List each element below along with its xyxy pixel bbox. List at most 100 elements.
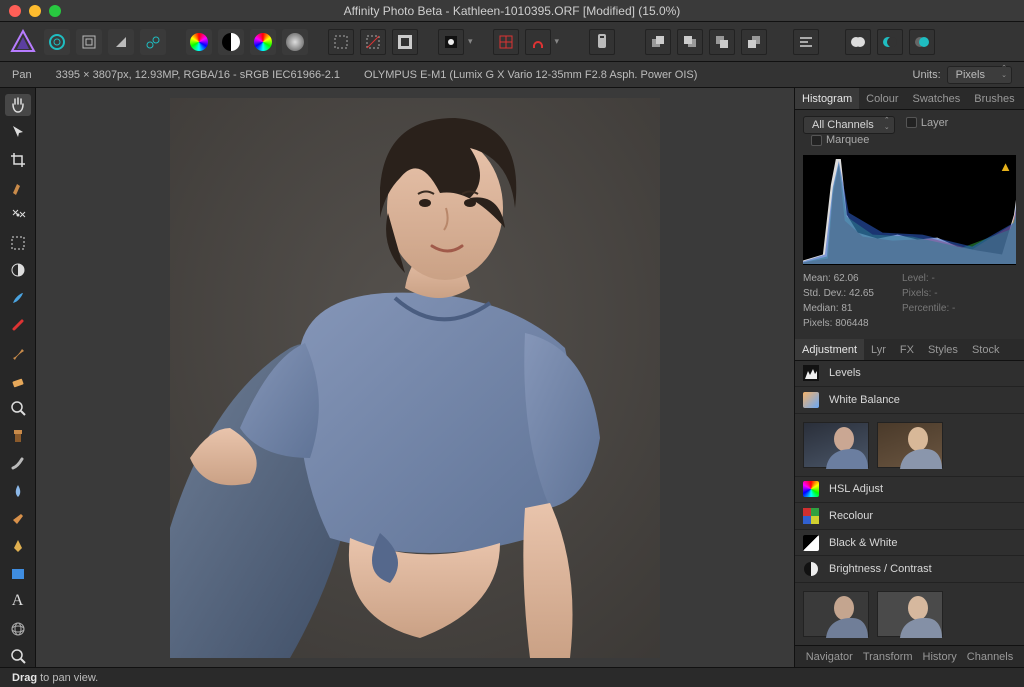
pixel-brush-tool[interactable] xyxy=(5,342,31,364)
tab-lyr[interactable]: Lyr xyxy=(864,339,893,360)
tab-channels[interactable]: Channels xyxy=(967,646,1013,667)
preset-thumb-cool[interactable] xyxy=(803,422,869,468)
contrast-circle-icon[interactable] xyxy=(218,29,244,55)
adjustment-label: Recolour xyxy=(829,510,873,522)
align-icon xyxy=(793,29,819,55)
boolean-add-icon[interactable] xyxy=(845,29,871,55)
tab-navigator[interactable]: Navigator xyxy=(806,646,853,667)
brightness-contrast-presets xyxy=(795,583,1024,645)
clone-tool[interactable] xyxy=(5,425,31,447)
marquee-tool[interactable] xyxy=(5,232,31,254)
tab-transform[interactable]: Transform xyxy=(863,646,913,667)
bw-icon xyxy=(803,535,819,551)
crop-tool[interactable] xyxy=(5,149,31,171)
canvas-viewport[interactable] xyxy=(36,88,794,667)
histogram-panel: All Channels Layer Marquee ▲ Mean: 62.06… xyxy=(795,110,1024,339)
zoom-blur-tool[interactable] xyxy=(5,397,31,419)
rectangle-tool[interactable] xyxy=(5,563,31,585)
pan-tool[interactable] xyxy=(5,94,31,116)
adjustment-brightness-contrast[interactable]: Brightness / Contrast xyxy=(795,556,1024,583)
channels-dropdown[interactable]: All Channels xyxy=(803,116,895,134)
titlebar: Affinity Photo Beta - Kathleen-1010395.O… xyxy=(0,0,1024,22)
document-image xyxy=(170,98,660,658)
app-logo-icon xyxy=(8,27,38,57)
paint-brush-tool[interactable] xyxy=(5,287,31,309)
layer-checkbox[interactable]: Layer xyxy=(906,117,949,129)
adjustment-tool[interactable] xyxy=(5,259,31,281)
move-tool[interactable] xyxy=(5,122,31,144)
mid-panel-tabs: Adjustment Lyr FX Styles Stock xyxy=(795,339,1024,361)
adjustment-levels[interactable]: Levels xyxy=(795,361,1024,388)
hsl-icon xyxy=(803,481,819,497)
zoom-tool[interactable] xyxy=(5,646,31,668)
preset-thumb-2[interactable] xyxy=(877,591,943,637)
tab-brushes[interactable]: Brushes xyxy=(967,88,1021,109)
tab-fx[interactable]: FX xyxy=(893,339,921,360)
selection-diagonal-icon[interactable] xyxy=(360,29,386,55)
adjustment-label: Brightness / Contrast xyxy=(829,563,932,575)
flood-select-tool[interactable] xyxy=(5,204,31,226)
color-wheel-1-icon[interactable] xyxy=(186,29,212,55)
preset-thumb-warm[interactable] xyxy=(877,422,943,468)
persona-photo-icon[interactable] xyxy=(44,29,70,55)
assistant-icon[interactable] xyxy=(589,29,615,55)
adjustment-white-balance[interactable]: White Balance xyxy=(795,387,1024,414)
grey-circle-icon[interactable] xyxy=(282,29,308,55)
pen-tool[interactable] xyxy=(5,535,31,557)
tab-swatches[interactable]: Swatches xyxy=(906,88,968,109)
window-title: Affinity Photo Beta - Kathleen-1010395.O… xyxy=(0,4,1024,18)
units-label: Units: xyxy=(913,69,941,81)
minimize-window-button[interactable] xyxy=(29,5,41,17)
adjustment-black-white[interactable]: Black & White xyxy=(795,530,1024,557)
adjustment-recolour[interactable]: Recolour xyxy=(795,503,1024,530)
zoom-window-button[interactable] xyxy=(49,5,61,17)
layer-checkbox-label: Layer xyxy=(921,117,949,129)
text-tool[interactable]: A xyxy=(5,590,31,612)
selection-invert-icon[interactable] xyxy=(392,29,418,55)
preset-thumb-1[interactable] xyxy=(803,591,869,637)
boolean-subtract-icon[interactable] xyxy=(877,29,903,55)
tab-histogram[interactable]: Histogram xyxy=(795,88,859,109)
marquee-checkbox[interactable]: Marquee xyxy=(811,134,869,146)
units-dropdown[interactable]: Pixels xyxy=(947,66,1012,84)
adjustment-hsl[interactable]: HSL Adjust xyxy=(795,477,1024,504)
context-bar: Pan 3395 × 3807px, 12.93MP, RGBA/16 - sR… xyxy=(0,62,1024,88)
tab-adjustment[interactable]: Adjustment xyxy=(795,339,864,360)
status-bar: Drag to pan view. xyxy=(0,667,1024,687)
smudge-tool[interactable] xyxy=(5,508,31,530)
recolour-icon xyxy=(803,508,819,524)
selection-rect-icon[interactable] xyxy=(328,29,354,55)
arrange-1-icon xyxy=(645,29,671,55)
dropdown-chevron-icon[interactable]: ▾ xyxy=(555,36,560,47)
adjustment-label: White Balance xyxy=(829,394,900,406)
erase-tool[interactable] xyxy=(5,370,31,392)
boolean-intersect-icon[interactable] xyxy=(909,29,935,55)
snap-icon[interactable] xyxy=(525,29,551,55)
healing-brush-tool[interactable] xyxy=(5,453,31,475)
selection-brush-tool[interactable] xyxy=(5,177,31,199)
bottom-panel-tabs: Navigator Transform History Channels xyxy=(795,645,1024,667)
studio-panel: Histogram Colour Swatches Brushes All Ch… xyxy=(794,88,1024,667)
dodge-tool[interactable] xyxy=(5,480,31,502)
adjustment-label: HSL Adjust xyxy=(829,483,883,495)
color-replacement-tool[interactable] xyxy=(5,315,31,337)
dropdown-chevron-icon[interactable]: ▾ xyxy=(468,36,473,47)
persona-develop-icon[interactable] xyxy=(108,29,134,55)
marquee-checkbox-label: Marquee xyxy=(826,134,869,146)
tab-stock[interactable]: Stock xyxy=(965,339,1007,360)
persona-liquify-icon[interactable] xyxy=(76,29,102,55)
close-window-button[interactable] xyxy=(9,5,21,17)
top-toolbar: ▾ ▾ xyxy=(0,22,1024,62)
white-balance-icon xyxy=(803,392,819,408)
quickmask-icon[interactable] xyxy=(438,29,464,55)
arrange-2-icon xyxy=(677,29,703,55)
tab-history[interactable]: History xyxy=(923,646,957,667)
levels-icon xyxy=(803,365,819,381)
color-wheel-2-icon[interactable] xyxy=(250,29,276,55)
mesh-tool[interactable] xyxy=(5,618,31,640)
grid-icon[interactable] xyxy=(493,29,519,55)
tab-styles[interactable]: Styles xyxy=(921,339,965,360)
tab-colour[interactable]: Colour xyxy=(859,88,905,109)
camera-info-label: OLYMPUS E-M1 (Lumix G X Vario 12-35mm F2… xyxy=(364,69,697,81)
persona-macro-icon[interactable] xyxy=(140,29,166,55)
